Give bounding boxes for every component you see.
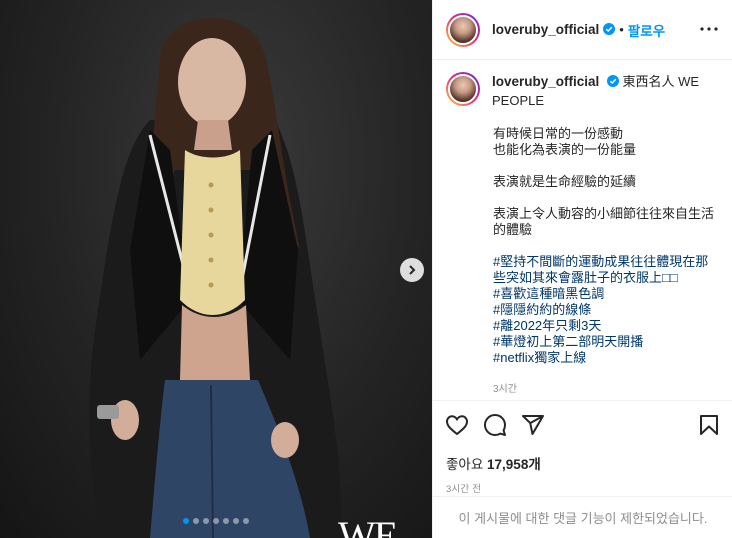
- more-options-icon[interactable]: [698, 18, 720, 43]
- watermark: WE: [338, 513, 398, 538]
- post-timestamp: 3시간 전: [446, 484, 482, 495]
- share-icon[interactable]: [521, 413, 545, 437]
- chevron-right-icon: [407, 262, 417, 278]
- hashtag-link[interactable]: #netflix獨家上線: [493, 350, 721, 366]
- carousel-dot[interactable]: [193, 518, 199, 524]
- follow-button[interactable]: 팔로우: [628, 20, 665, 40]
- post-photo: [89, 17, 341, 538]
- hashtag-link[interactable]: #喜歡這種暗黑色調: [493, 286, 721, 302]
- likes-count[interactable]: 좋아요 17,958개: [433, 453, 732, 473]
- next-slide-button[interactable]: [400, 258, 424, 282]
- carousel-dot[interactable]: [223, 518, 229, 524]
- heart-icon[interactable]: [445, 413, 469, 437]
- carousel-dots: [0, 518, 432, 524]
- caption-time: 3시간: [493, 383, 517, 395]
- post-media[interactable]: WE: [0, 0, 432, 538]
- bookmark-icon[interactable]: [697, 413, 721, 437]
- post-sidebar: loveruby_official • 팔로우 loveruby_officia…: [432, 0, 732, 538]
- caption-line: 表演上令人動容的小細節往往來自生活的體驗: [493, 205, 715, 237]
- hashtag-link[interactable]: #離2022年只剩3天: [493, 318, 721, 334]
- carousel-dot[interactable]: [213, 518, 219, 524]
- caption-line: 也能化為表演的一份能量: [493, 141, 637, 157]
- verified-badge-icon: [603, 22, 616, 38]
- verified-badge-icon: [606, 74, 619, 92]
- post-header: loveruby_official • 팔로우: [433, 0, 732, 60]
- avatar[interactable]: [446, 12, 480, 47]
- actions-section: 좋아요 17,958개 3시간 전 이 게시물에 대한 댓글 기능이 제한되었습…: [433, 400, 732, 538]
- post-dialog: WE loveruby_official • 팔로우 loveruby_offi…: [0, 0, 732, 538]
- carousel-dot[interactable]: [183, 518, 189, 524]
- carousel-dot[interactable]: [203, 518, 209, 524]
- separator-dot: •: [619, 22, 624, 37]
- caption-text: 有時候日常的一份感動 也能化為表演的一份能量 表演就是生命經驗的延續表演上令人動容的…: [493, 126, 721, 366]
- hashtag-link[interactable]: #隱隱約約的線條: [493, 302, 721, 318]
- comments-disabled-notice: 이 게시물에 대한 댓글 기능이 제한되었습니다.: [433, 496, 732, 538]
- caption-line: 有時候日常的一份感動: [493, 125, 624, 141]
- caption-username[interactable]: loveruby_official: [492, 74, 599, 89]
- likes-number: 17,958개: [487, 457, 541, 472]
- caption-avatar[interactable]: [446, 72, 480, 106]
- caption-line: 表演就是生命經驗的延續: [493, 173, 637, 189]
- username-link[interactable]: loveruby_official: [492, 22, 599, 37]
- caption-section: loveruby_official 東西名人 WE PEOPLE 有時候日常的一…: [433, 60, 732, 400]
- carousel-dot[interactable]: [243, 518, 249, 524]
- likes-label: 좋아요: [446, 457, 484, 472]
- hashtag-link[interactable]: #華燈初上第二部明天開播: [493, 334, 721, 350]
- comment-icon[interactable]: [483, 413, 507, 437]
- carousel-dot[interactable]: [233, 518, 239, 524]
- hashtag-link[interactable]: #堅持不間斷的運動成果往往體現在那些突如其來會露肚子的衣服上□□: [493, 254, 721, 286]
